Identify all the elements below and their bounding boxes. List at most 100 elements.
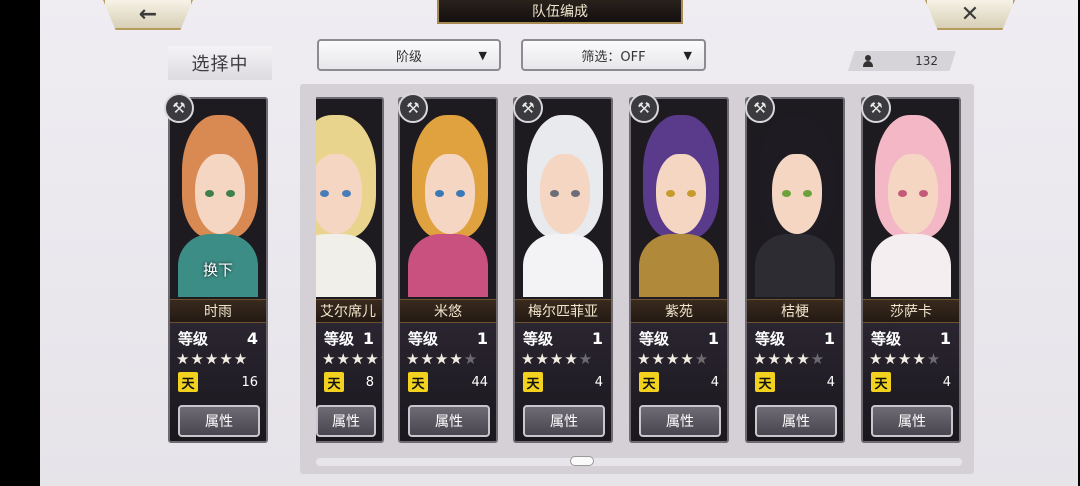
star-rating: ★★★★★ xyxy=(176,350,262,368)
character-card[interactable]: 桔梗 等级 1 ★★★★★ 天 4 属性 xyxy=(745,97,845,443)
level-row: 等级 1 xyxy=(871,327,951,349)
portrait-body xyxy=(316,233,376,297)
star-rating: ★★★★★ xyxy=(521,350,607,368)
character-portrait xyxy=(316,99,382,297)
star-empty-icon: ★ xyxy=(578,350,594,368)
filter-label: 筛选：OFF xyxy=(581,49,646,65)
character-name: 艾尔席儿 xyxy=(316,299,382,323)
weapon-axe-icon: ⚒ xyxy=(861,93,891,123)
rank-row: 天 8 xyxy=(324,371,374,393)
character-stats: 等级 1 ★★★★★ 天 8 属性 xyxy=(316,323,382,441)
portrait-eye xyxy=(897,190,907,198)
rank-count: 4 xyxy=(594,374,603,390)
filter-dropdown[interactable]: 筛选：OFF ▼ xyxy=(521,39,706,71)
portrait-eye xyxy=(665,190,675,198)
character-name: 米悠 xyxy=(400,299,496,323)
star-rating: ★★★★★ xyxy=(869,350,955,368)
close-icon: ✕ xyxy=(960,1,980,27)
scrollbar-thumb[interactable] xyxy=(570,456,594,466)
attribute-button[interactable]: 属性 xyxy=(178,405,260,437)
portrait-face xyxy=(539,154,590,234)
character-stats: 等级 1 ★★★★★ 天 44 属性 xyxy=(400,323,496,441)
character-card[interactable]: 紫苑 等级 1 ★★★★★ 天 4 属性 xyxy=(629,97,729,443)
attribute-button[interactable]: 属性 xyxy=(408,405,490,437)
rank-badge-icon: 天 xyxy=(755,372,775,392)
horizontal-scrollbar[interactable] xyxy=(316,458,962,466)
portrait-face xyxy=(424,154,475,234)
character-stats: 等级 1 ★★★★★ 天 4 属性 xyxy=(515,323,611,441)
rank-sort-dropdown[interactable]: 阶级 ▼ xyxy=(317,39,501,71)
star-rating: ★★★★★ xyxy=(637,350,723,368)
character-portrait xyxy=(400,99,496,297)
star-rating: ★★★★★ xyxy=(753,350,839,368)
back-button[interactable]: ← xyxy=(103,0,193,30)
character-card[interactable]: 米悠 等级 1 ★★★★★ 天 44 属性 xyxy=(398,97,498,443)
portrait-eye xyxy=(225,190,235,198)
portrait-face xyxy=(655,154,706,234)
level-value: 1 xyxy=(591,328,603,348)
portrait-eye xyxy=(781,190,791,198)
rank-count: 4 xyxy=(942,374,951,390)
level-label: 等级 xyxy=(178,329,209,348)
rank-row: 天 44 xyxy=(408,371,488,393)
star-empty-icon: ★ xyxy=(380,350,382,368)
character-name: 莎萨卡 xyxy=(863,299,959,323)
level-label: 等级 xyxy=(639,329,670,348)
star-icon: ★★★★ xyxy=(322,350,380,368)
level-label: 等级 xyxy=(755,329,786,348)
character-name: 紫苑 xyxy=(631,299,727,323)
attribute-button[interactable]: 属性 xyxy=(755,405,837,437)
selecting-label: 选择中 xyxy=(168,46,272,80)
rank-row: 天 16 xyxy=(178,371,258,393)
character-count-badge: 132 xyxy=(848,51,956,71)
rank-badge-icon: 天 xyxy=(178,372,198,392)
portrait-eye xyxy=(802,190,812,198)
level-value: 1 xyxy=(823,328,835,348)
portrait-eye xyxy=(549,190,559,198)
portrait-body xyxy=(754,233,836,297)
rank-badge-icon: 天 xyxy=(523,372,543,392)
level-value: 1 xyxy=(362,328,374,348)
level-row: 等级 1 xyxy=(755,327,835,349)
rank-badge-icon: 天 xyxy=(324,372,344,392)
attribute-button[interactable]: 属性 xyxy=(523,405,605,437)
chevron-down-icon: ▼ xyxy=(478,48,487,62)
close-button[interactable]: ✕ xyxy=(925,0,1015,30)
star-empty-icon: ★ xyxy=(694,350,710,368)
portrait-face xyxy=(887,154,938,234)
level-row: 等级 1 xyxy=(523,327,603,349)
swap-out-label[interactable]: 换下 xyxy=(170,259,266,280)
portrait-eye xyxy=(686,190,696,198)
portrait-body xyxy=(522,233,604,297)
attribute-button[interactable]: 属性 xyxy=(639,405,721,437)
level-row: 等级 1 xyxy=(324,327,374,349)
level-value: 1 xyxy=(707,328,719,348)
star-icon: ★★★★ xyxy=(753,350,811,368)
chevron-down-icon: ▼ xyxy=(683,48,692,62)
portrait-eye xyxy=(570,190,580,198)
level-value: 1 xyxy=(939,328,951,348)
rank-count: 4 xyxy=(710,374,719,390)
portrait-face xyxy=(194,154,245,234)
attribute-button[interactable]: 属性 xyxy=(316,405,376,437)
character-card[interactable]: 艾尔席儿 等级 1 ★★★★★ 天 8 属性 xyxy=(316,97,384,443)
portrait-eye xyxy=(455,190,465,198)
character-card[interactable]: 梅尔匹菲亚 等级 1 ★★★★★ 天 4 属性 xyxy=(513,97,613,443)
level-label: 等级 xyxy=(324,329,355,348)
level-label: 等级 xyxy=(408,329,439,348)
level-label: 等级 xyxy=(523,329,554,348)
character-stats: 等级 1 ★★★★★ 天 4 属性 xyxy=(863,323,959,441)
selected-character-card[interactable]: 换下 时雨 等级 4 ★★★★★ 天 16 属性 xyxy=(168,97,268,443)
character-card[interactable]: 莎萨卡 等级 1 ★★★★★ 天 4 属性 xyxy=(861,97,961,443)
weapon-axe-icon: ⚒ xyxy=(164,93,194,123)
level-label: 等级 xyxy=(871,329,902,348)
attribute-button[interactable]: 属性 xyxy=(871,405,953,437)
portrait-body xyxy=(870,233,952,297)
portrait-body xyxy=(638,233,720,297)
rank-row: 天 4 xyxy=(871,371,951,393)
rank-sort-label: 阶级 xyxy=(395,49,422,65)
character-count: 132 xyxy=(915,54,938,68)
weapon-axe-icon: ⚒ xyxy=(513,93,543,123)
character-portrait xyxy=(863,99,959,297)
level-value: 1 xyxy=(476,328,488,348)
